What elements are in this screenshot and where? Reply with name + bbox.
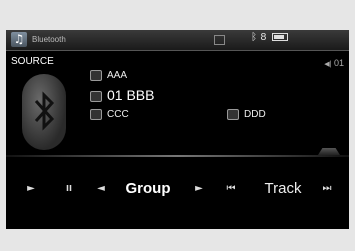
bluetooth-icon — [22, 74, 66, 150]
source-button[interactable]: SOURCE — [11, 56, 54, 67]
pause-button[interactable]: II — [58, 176, 80, 202]
track-number: ◀| 01 — [324, 58, 344, 68]
music-note-icon: ♫ — [11, 32, 27, 47]
info-line-4: DDD — [227, 109, 266, 120]
source-name: Bluetooth — [32, 35, 66, 44]
info-line-3: CCC — [90, 109, 129, 120]
speaker-icon: ◀| — [324, 61, 332, 68]
track-prev-button[interactable]: ⏮ — [220, 176, 242, 202]
info-line-2: 01 BBB — [90, 87, 154, 103]
panel-notch — [318, 148, 340, 155]
folder-icon — [227, 109, 239, 120]
audio-screen: ♫ Bluetooth ᛒ 8 SOURCE ◀| 01 AAA 01 BBB … — [6, 30, 349, 229]
status-bar: ♫ Bluetooth ᛒ 8 — [6, 30, 349, 51]
phone-icon — [214, 35, 225, 45]
bluetooth-small-icon: ᛒ — [251, 32, 257, 43]
playback-controls: ► II ◄ Group ► ⏮ Track ⏭ — [6, 176, 349, 202]
group-next-button[interactable]: ► — [188, 176, 210, 202]
status-icons: ᛒ 8 — [251, 32, 288, 43]
link-icon: 8 — [260, 32, 267, 43]
divider — [6, 155, 349, 157]
track-next-button[interactable]: ⏭ — [315, 176, 339, 202]
info-line-1: AAA — [90, 70, 127, 81]
play-button[interactable]: ► — [20, 176, 42, 202]
group-prev-button[interactable]: ◄ — [90, 176, 112, 202]
track-label: Track — [264, 180, 302, 197]
album-icon — [90, 109, 102, 120]
artist-icon — [90, 70, 102, 81]
group-label: Group — [125, 180, 171, 197]
track-icon — [90, 90, 102, 102]
battery-icon — [271, 33, 288, 41]
